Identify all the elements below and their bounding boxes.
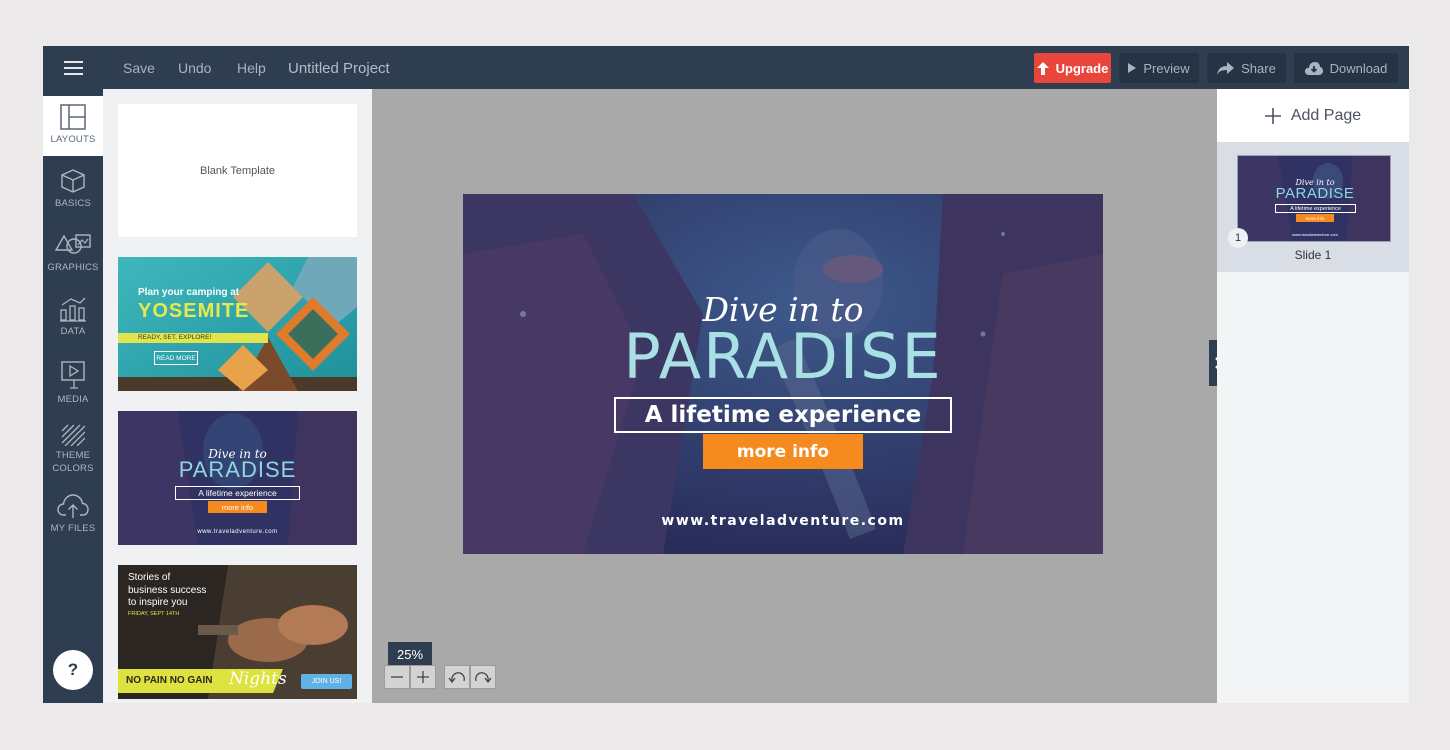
rail-item-data[interactable]: DATA (43, 288, 103, 348)
rail-item-my-files[interactable]: MY FILES (43, 485, 103, 545)
undo-button[interactable]: Undo (178, 46, 211, 89)
arrow-up-icon (1036, 61, 1049, 75)
paradise-line3: A lifetime experience (175, 486, 300, 500)
cloud-download-icon (1304, 61, 1323, 75)
preview-button[interactable]: Preview (1119, 53, 1199, 83)
share-label: Share (1241, 60, 1276, 76)
slide-label: Slide 1 (1294, 248, 1332, 262)
business-line1: Stories of (128, 572, 171, 583)
add-page-button[interactable]: Add Page (1217, 89, 1409, 142)
slide-more-info-button[interactable]: more info (703, 434, 863, 469)
rail-label-colors: COLORS (52, 463, 94, 474)
rail-label-media: MEDIA (57, 394, 89, 405)
play-icon (1128, 63, 1137, 73)
slide-number-badge: 1 (1228, 228, 1248, 248)
thumb-big-title: PARADISE (1275, 185, 1355, 202)
redo-canvas-button[interactable] (470, 665, 496, 689)
project-title[interactable]: Untitled Project (288, 46, 390, 89)
cube-icon (61, 169, 85, 193)
thumb-button: more info (1296, 214, 1334, 222)
paradise-line2: PARADISE (178, 457, 297, 482)
rail-item-media[interactable]: MEDIA (43, 352, 103, 412)
plus-icon (1264, 107, 1281, 124)
template-blank[interactable]: Blank Template (118, 104, 357, 237)
share-arrow-icon (1217, 61, 1235, 75)
business-script: Nights (229, 669, 287, 689)
editor-app: Save Undo Help Untitled Project Upgrade … (43, 46, 1409, 703)
rail-label-theme: THEME (55, 450, 91, 461)
template-business[interactable]: Stories of business success to inspire y… (118, 565, 357, 699)
left-tool-rail: LAYOUTS BASICS GRAPHICS DATA MEDIA THEME… (43, 89, 103, 703)
zoom-in-button[interactable] (410, 665, 436, 689)
rail-item-graphics[interactable]: GRAPHICS (43, 224, 103, 284)
top-toolbar: Save Undo Help Untitled Project Upgrade … (43, 46, 1409, 89)
business-join-button: JOIN US! (301, 674, 352, 689)
template-yosemite[interactable]: Plan your camping at YOSEMITE READY, SET… (118, 257, 357, 391)
rail-item-theme-colors[interactable]: THEME COLORS (43, 416, 103, 476)
yosemite-line1: Plan your camping at (138, 287, 240, 298)
shapes-icon (54, 234, 91, 254)
undo-canvas-button[interactable] (444, 665, 470, 689)
rail-label-theme-colors: THEME COLORS (52, 449, 93, 475)
business-headline: Stories of business success to inspire y… (128, 572, 206, 610)
zoom-out-button[interactable] (384, 665, 410, 689)
blank-template-label: Blank Template (199, 164, 275, 177)
upgrade-button[interactable]: Upgrade (1034, 53, 1111, 83)
preview-label: Preview (1143, 60, 1190, 76)
slide-thumbnail[interactable]: Dive in to PARADISE A lifetime experienc… (1237, 155, 1391, 242)
thumb-subtitle: A lifetime experience (1275, 204, 1356, 213)
business-line2: business success (128, 584, 207, 596)
template-list: Blank Template Plan your camping at YOSE… (103, 89, 372, 703)
rail-label-graphics: GRAPHICS (47, 262, 99, 273)
yosemite-read-more: READ MORE (154, 351, 198, 365)
slide-url[interactable]: www.traveladventure.com (463, 513, 1103, 529)
rail-label-basics: BASICS (54, 198, 92, 209)
slide-thumbnail-entry[interactable]: Dive in to PARADISE A lifetime experienc… (1217, 142, 1409, 272)
upgrade-label: Upgrade (1055, 60, 1109, 76)
rail-item-layouts[interactable]: LAYOUTS (43, 96, 103, 156)
pages-panel: Add Page Dive in to PARADISE A lifetime … (1217, 89, 1409, 703)
redo-arrow-icon (475, 672, 492, 684)
undo-arrow-icon (448, 672, 465, 684)
yosemite-line3: READY, SET, EXPLORE! (138, 334, 212, 341)
rail-label-layouts: LAYOUTS (50, 134, 96, 145)
cloud-upload-icon (57, 494, 89, 518)
hamburger-menu-icon[interactable] (43, 46, 103, 89)
add-page-label: Add Page (1290, 106, 1362, 124)
help-button[interactable]: ? (53, 650, 93, 690)
yosemite-line2: YOSEMITE (138, 300, 250, 322)
share-button[interactable]: Share (1207, 53, 1286, 83)
rail-label-data: DATA (60, 326, 86, 337)
slide-subtitle-box[interactable]: A lifetime experience (614, 397, 952, 433)
rail-label-my-files: MY FILES (50, 523, 96, 534)
stripes-icon (61, 424, 85, 446)
download-label: Download (1329, 60, 1388, 76)
paradise-button: more info (208, 501, 267, 513)
download-button[interactable]: Download (1294, 53, 1398, 83)
business-date: FRIDAY, SEPT 14TH (128, 611, 180, 617)
slide-big-title[interactable]: PARADISE (463, 324, 1103, 390)
yosemite-thumbnail (118, 257, 357, 391)
paradise-url: www.traveladventure.com (197, 529, 278, 535)
chart-icon (60, 297, 86, 322)
play-icon (61, 361, 85, 389)
save-button[interactable]: Save (123, 46, 155, 89)
business-banner: NO PAIN NO GAIN (126, 675, 213, 686)
zoom-level-badge: 25% (388, 642, 432, 671)
minus-icon (391, 676, 403, 678)
rail-item-basics[interactable]: BASICS (43, 160, 103, 220)
thumb-url: www.traveladventure.com (1292, 232, 1338, 237)
canvas-area: Dive in to PARADISE A lifetime experienc… (372, 89, 1217, 703)
business-line3: to inspire you (128, 597, 188, 608)
plus-icon (417, 671, 429, 683)
layout-icon (60, 104, 86, 130)
template-paradise[interactable]: Dive in to PARADISE A lifetime experienc… (118, 411, 357, 545)
help-menu[interactable]: Help (237, 46, 266, 89)
slide-canvas[interactable]: Dive in to PARADISE A lifetime experienc… (463, 194, 1103, 554)
